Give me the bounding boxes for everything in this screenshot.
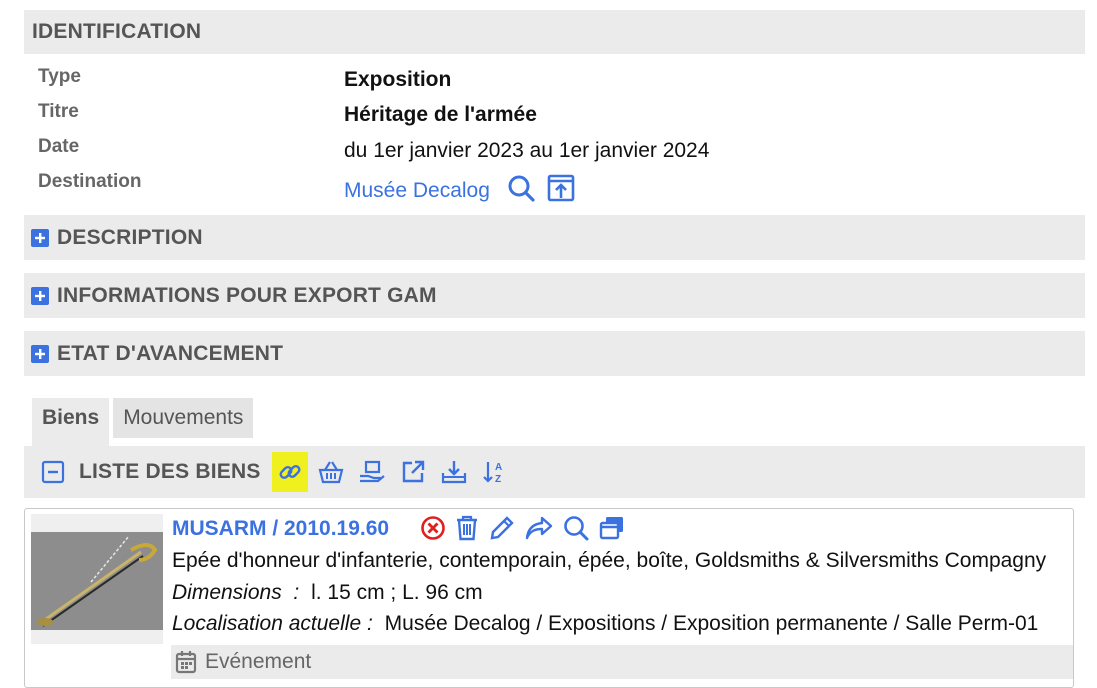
event-label[interactable]: Evénement [205,650,311,674]
section-title[interactable]: INFORMATIONS POUR EXPORT GAM [57,284,437,308]
windows-icon[interactable] [598,514,626,542]
expand-plus-icon[interactable] [31,228,49,247]
event-row[interactable]: Evénement [171,645,1073,679]
edit-pencil-icon[interactable] [488,514,516,542]
item-actions [420,514,626,542]
field-label-title: Titre [38,101,79,122]
item-location: Localisation actuelle : Musée Decalog / … [172,612,1038,636]
field-label-destination: Destination [38,171,142,192]
tab-bar: Biens Mouvements [32,398,254,446]
identification-title: IDENTIFICATION [32,20,202,43]
item-description: Epée d'honneur d'infanterie, contemporai… [172,549,1047,572]
location-label: Localisation actuelle : [172,612,373,635]
field-value-date: du 1er janvier 2023 au 1er janvier 2024 [344,139,710,162]
dimensions-value: l. 15 cm ; L. 96 cm [311,581,483,604]
tab-mouvements[interactable]: Mouvements [113,398,254,438]
identification-header: IDENTIFICATION [24,10,1085,54]
field-value-type: Exposition [344,68,452,91]
section-title[interactable]: DESCRIPTION [57,226,203,250]
external-link-icon[interactable] [395,452,431,492]
list-title: LISTE DES BIENS [79,460,261,483]
link-icon[interactable] [271,452,308,492]
share-arrow-icon[interactable] [524,514,554,542]
expand-plus-icon[interactable] [31,286,49,305]
expand-plus-icon[interactable] [31,344,49,363]
section-description[interactable]: DESCRIPTION [24,215,1085,260]
field-label-type: Type [38,66,81,87]
field-label-date: Date [38,136,80,157]
field-value-title: Héritage de l'armée [344,103,537,126]
section-title[interactable]: ETAT D'AVANCEMENT [57,342,283,366]
svg-text:A: A [495,462,502,473]
location-value: Musée Decalog / Expositions / Exposition… [384,612,1039,635]
dimensions-label: Dimensions : [172,581,300,604]
list-header: LISTE DES BIENS AZ [24,446,1085,498]
tab-biens[interactable]: Biens [32,398,110,446]
destination-link[interactable]: Musée Decalog [344,179,490,203]
sword-photo [31,532,163,630]
hand-box-icon[interactable] [354,452,390,492]
sort-az-icon[interactable]: AZ [477,452,513,492]
item-dimensions: Dimensions : l. 15 cm ; L. 96 cm [172,581,483,605]
open-window-icon[interactable] [546,173,576,209]
collapse-minus-icon[interactable] [41,460,65,484]
download-tray-icon[interactable] [436,452,472,492]
remove-circle-icon[interactable] [420,515,446,541]
trash-icon[interactable] [454,514,480,542]
search-icon[interactable] [562,514,590,542]
basket-icon[interactable] [313,452,349,492]
section-export-gam[interactable]: INFORMATIONS POUR EXPORT GAM [24,273,1085,318]
item-title-link[interactable]: MUSARM / 2010.19.60 [172,517,389,541]
destination-row: Musée Decalog [344,173,576,209]
calendar-icon [175,650,197,674]
item-thumbnail[interactable] [31,514,163,644]
item-card: MUSARM / 2010.19.60 Epée d'honneur d'inf… [24,508,1074,688]
search-icon[interactable] [506,173,536,209]
svg-text:Z: Z [495,474,501,485]
section-etat-avancement[interactable]: ETAT D'AVANCEMENT [24,331,1085,376]
